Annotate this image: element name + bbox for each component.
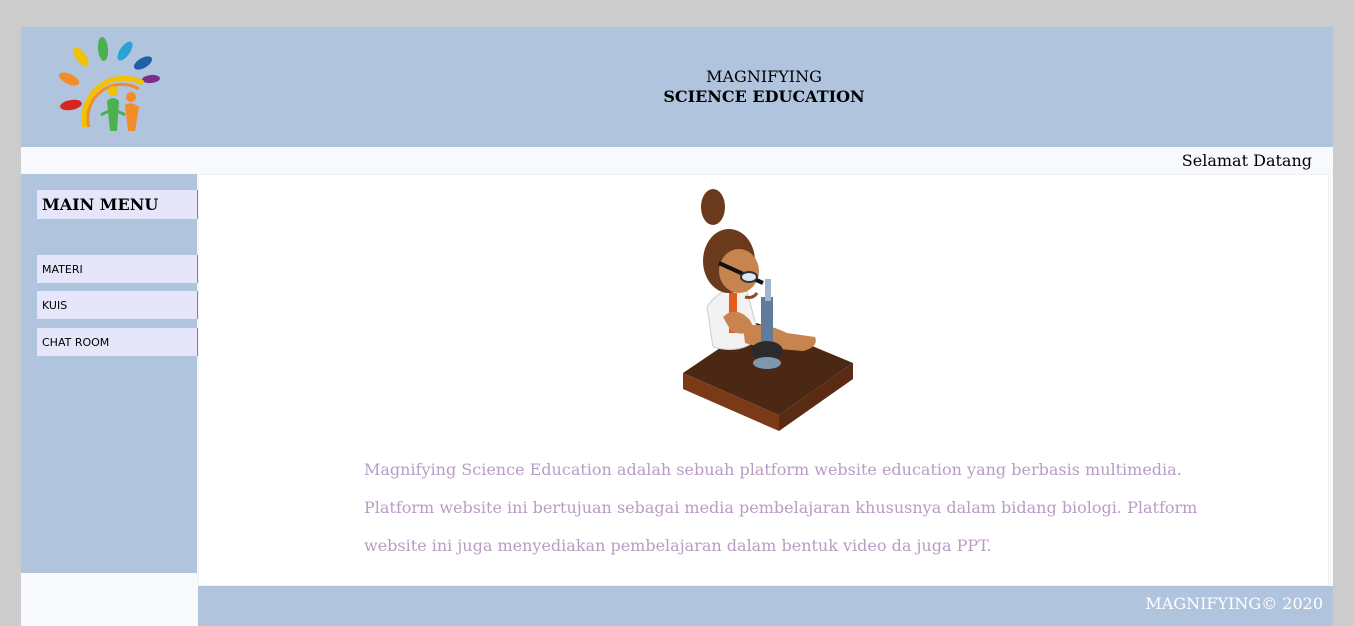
main-menu-heading: MAIN MENU: [37, 190, 197, 219]
main-content: Magnifying Science Education adalah sebu…: [198, 174, 1329, 586]
sidebar-bottom: [21, 573, 197, 626]
footer: MAGNIFYING© 2020: [198, 586, 1333, 626]
welcome-text: Selamat Datang: [1181, 151, 1312, 170]
copyright-text: MAGNIFYING© 2020: [1145, 594, 1323, 613]
site-title-line1: MAGNIFYING: [706, 67, 822, 86]
sidebar: MAIN MENU MATERI KUIS CHAT ROOM: [21, 174, 213, 573]
site-title-line2: SCIENCE EDUCATION: [663, 87, 865, 106]
scientist-microscope-illustration: [683, 189, 853, 431]
description-text: Magnifying Science Education adalah sebu…: [364, 460, 1198, 555]
logo-icon: [58, 37, 160, 131]
sidebar-item-materi[interactable]: MATERI: [37, 255, 197, 283]
header: MAGNIFYING SCIENCE EDUCATION: [21, 27, 1333, 147]
welcome-bar: Selamat Datang: [21, 147, 1333, 174]
sidebar-item-chat-room[interactable]: CHAT ROOM: [37, 328, 197, 356]
site-title: MAGNIFYING SCIENCE EDUCATION: [564, 67, 964, 107]
page: MAGNIFYING SCIENCE EDUCATION Selamat Dat…: [21, 27, 1333, 626]
sidebar-item-kuis[interactable]: KUIS: [37, 291, 197, 319]
